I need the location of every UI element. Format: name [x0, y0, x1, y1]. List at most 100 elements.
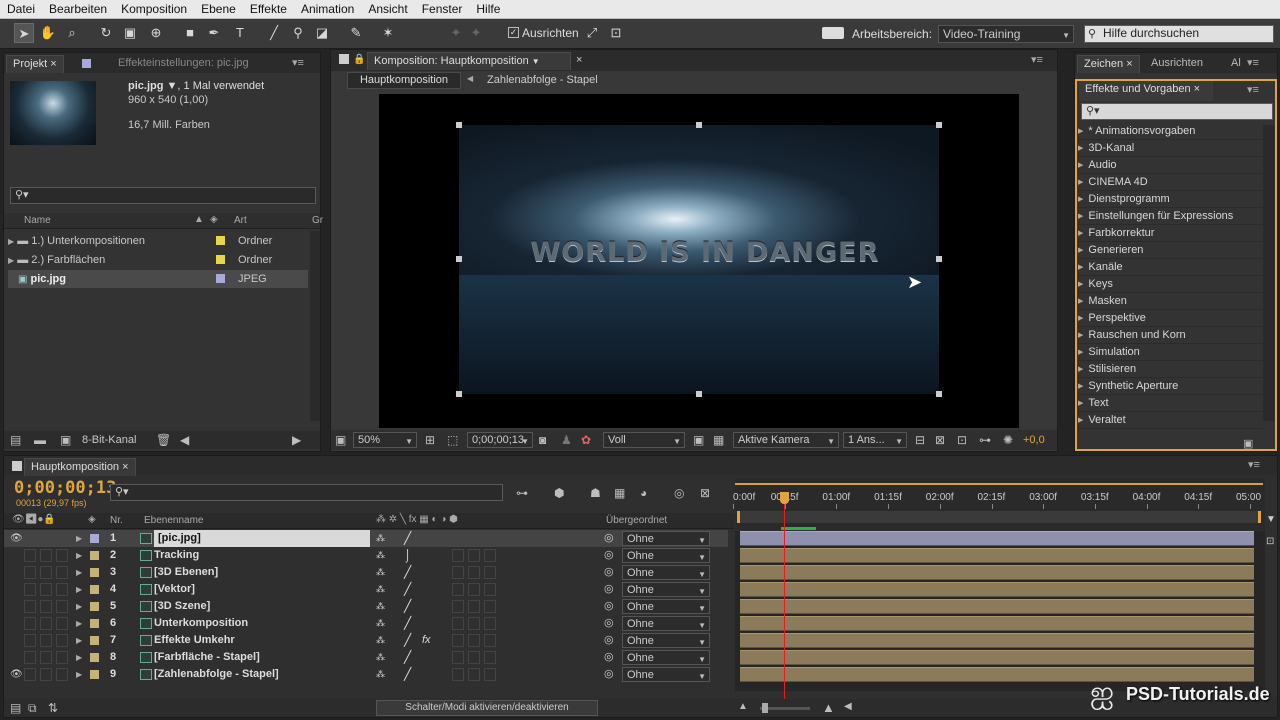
brush-tool-icon[interactable]: ╱: [264, 23, 284, 43]
tab-effekte-vorgaben[interactable]: Effekte und Vorgaben ×: [1079, 81, 1213, 101]
effect-category-item[interactable]: Farbkorrektur: [1078, 225, 1263, 242]
roi-icon[interactable]: ▣: [693, 433, 704, 447]
expand-layer-icon[interactable]: ▶: [76, 615, 82, 632]
layer-label-color[interactable]: [90, 534, 99, 543]
layer-name[interactable]: [Vektor]: [154, 581, 370, 598]
breadcrumb-sub[interactable]: Zahlenabfolge - Stapel: [487, 74, 598, 86]
solo-toggle[interactable]: [40, 549, 52, 562]
col-gr[interactable]: Gr: [312, 215, 323, 226]
resolution-dropdown[interactable]: Voll: [603, 432, 685, 448]
parent-dropdown[interactable]: Ohne: [622, 650, 710, 666]
rotate-tool-icon[interactable]: ↻: [96, 23, 116, 43]
parent-dropdown[interactable]: Ohne: [622, 548, 710, 564]
pickwhip-icon[interactable]: ◎: [604, 649, 614, 666]
lock-toggle[interactable]: [56, 651, 68, 664]
switch-box[interactable]: [452, 549, 464, 562]
exposure-value[interactable]: +0,0: [1023, 434, 1045, 446]
new-folder-icon[interactable]: ▬: [34, 433, 46, 447]
col-parent[interactable]: Übergeordnet: [606, 515, 667, 526]
pickwhip-icon[interactable]: ◎: [604, 581, 614, 598]
switch-box[interactable]: [484, 600, 496, 613]
effect-category-item[interactable]: Text: [1078, 395, 1263, 412]
hand-tool-icon[interactable]: ✋: [38, 23, 58, 43]
always-preview-icon[interactable]: ▣: [335, 433, 346, 447]
playhead-handle[interactable]: [779, 492, 789, 504]
lock-toggle[interactable]: [56, 583, 68, 596]
work-area-bar[interactable]: [735, 480, 1263, 485]
pen-tool-icon[interactable]: ✒: [204, 23, 224, 43]
effect-category-item[interactable]: * Animationsvorgaben: [1078, 123, 1263, 140]
lock-toggle[interactable]: [56, 668, 68, 681]
effect-category-item[interactable]: Simulation: [1078, 344, 1263, 361]
eraser-tool-icon[interactable]: ◪: [312, 23, 332, 43]
layer-name[interactable]: Effekte Umkehr: [154, 632, 370, 649]
layer-name[interactable]: [pic.jpg]: [154, 530, 370, 547]
channel-icon[interactable]: ✿: [581, 433, 591, 447]
motion-blur-icon[interactable]: ◕: [640, 486, 647, 500]
rectangle-tool-icon[interactable]: ■: [180, 23, 200, 43]
quality-switch-icon[interactable]: ╱: [404, 666, 411, 683]
effect-category-item[interactable]: Veraltet: [1078, 412, 1263, 429]
breadcrumb-main[interactable]: Hauptkomposition: [347, 72, 461, 89]
col-nr[interactable]: Nr.: [110, 515, 123, 526]
parent-dropdown[interactable]: Ohne: [622, 531, 710, 547]
reset-exposure-icon[interactable]: ✺: [1003, 433, 1013, 447]
shy-switch-icon[interactable]: ⁂: [376, 581, 385, 598]
snap-features-icon[interactable]: ⊡: [606, 23, 626, 43]
zoom-out-icon[interactable]: ▲: [738, 701, 748, 712]
effects-search-input[interactable]: ⚲▾: [1081, 103, 1273, 120]
tab-projekt[interactable]: Projekt ×: [6, 55, 64, 73]
camera-tool-icon[interactable]: ▣: [120, 23, 140, 43]
switch-box[interactable]: [484, 566, 496, 579]
solo-toggle[interactable]: [40, 600, 52, 613]
switch-box[interactable]: [452, 634, 464, 647]
menu-datei[interactable]: Datei: [0, 2, 42, 16]
expand-modes-icon[interactable]: ⧉: [28, 701, 37, 716]
toggle-switches-modes-button[interactable]: Schalter/Modi aktivieren/deaktivieren: [376, 700, 598, 716]
lock-toggle[interactable]: [56, 549, 68, 562]
switch-box[interactable]: [468, 549, 480, 562]
expand-layer-icon[interactable]: ▶: [76, 632, 82, 649]
comp-timecode[interactable]: 0;00;00;13: [467, 432, 533, 448]
ausrichten-checkbox[interactable]: ✓: [508, 27, 519, 38]
solo-toggle[interactable]: [40, 532, 52, 545]
transparency-grid-icon[interactable]: ▦: [713, 433, 724, 447]
comp-mini-flowchart-icon[interactable]: ⊶: [516, 486, 528, 500]
timeline-search-input[interactable]: ⚲▾: [110, 484, 503, 501]
panel-menu-icon[interactable]: ▾≡: [1247, 83, 1259, 96]
zoom-tool-icon[interactable]: ⌕: [62, 23, 82, 43]
switch-box[interactable]: [452, 532, 464, 545]
quality-switch-icon[interactable]: ╱: [404, 615, 411, 632]
layer-label-color[interactable]: [90, 653, 99, 662]
col-name[interactable]: Name: [24, 215, 51, 226]
effect-category-item[interactable]: Kanäle: [1078, 259, 1263, 276]
zoom-dropdown[interactable]: 50%: [353, 432, 417, 448]
switch-box[interactable]: [484, 651, 496, 664]
toggle-pixel-aspect-icon[interactable]: ⊟: [915, 433, 925, 447]
bit-depth-label[interactable]: 8-Bit-Kanal: [82, 434, 136, 446]
lock-toggle[interactable]: [56, 566, 68, 579]
audio-toggle[interactable]: [24, 532, 36, 545]
effect-category-item[interactable]: 3D-Kanal: [1078, 140, 1263, 157]
effect-category-item[interactable]: Audio: [1078, 157, 1263, 174]
effect-category-item[interactable]: Dienstprogramm: [1078, 191, 1263, 208]
switch-box[interactable]: [484, 634, 496, 647]
layer-label-color[interactable]: [90, 585, 99, 594]
pickwhip-icon[interactable]: ◎: [604, 632, 614, 649]
layer-row[interactable]: ▶ 6 Unterkomposition ⁂ ╱ ◎ Ohne: [4, 615, 728, 632]
menu-effekte[interactable]: Effekte: [243, 2, 294, 16]
layer-row[interactable]: ▶ 2 Tracking ⁂ ⌡ ◎ Ohne: [4, 547, 728, 564]
text-tool-icon[interactable]: T: [230, 23, 250, 43]
layer-label-color[interactable]: [90, 602, 99, 611]
pickwhip-icon[interactable]: ◎: [604, 530, 614, 547]
shy-switch-icon[interactable]: ⁂: [376, 649, 385, 666]
tab-ausrichten[interactable]: Ausrichten: [1145, 55, 1209, 73]
snap-edges-icon[interactable]: ⤢: [582, 23, 602, 43]
lock-toggle[interactable]: [56, 617, 68, 630]
switch-box[interactable]: [468, 532, 480, 545]
transform-handle[interactable]: [456, 122, 462, 128]
transform-handle[interactable]: [696, 122, 702, 128]
transform-handle[interactable]: [696, 391, 702, 397]
pickwhip-icon[interactable]: ◎: [604, 564, 614, 581]
shy-switch-icon[interactable]: ⁂: [376, 615, 385, 632]
